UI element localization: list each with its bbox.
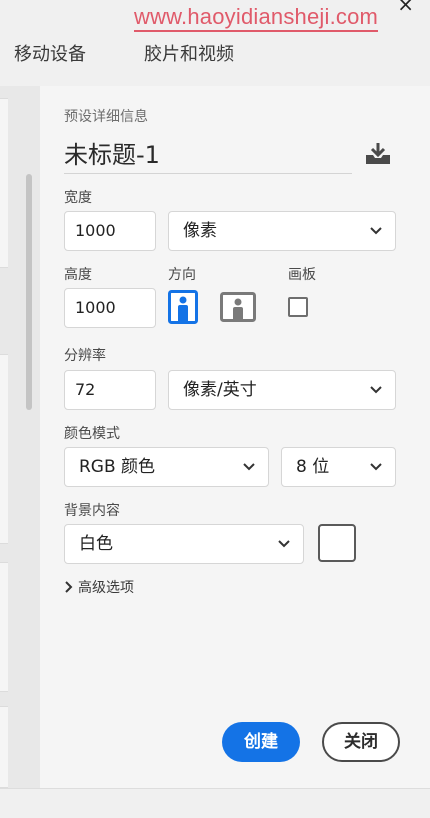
background-label: 背景内容 [64, 503, 120, 519]
preset-card[interactable] [0, 98, 8, 268]
tab-film-video[interactable]: 胶片和视频 [144, 40, 234, 66]
bottom-bar [0, 788, 430, 818]
advanced-options-label: 高级选项 [78, 580, 134, 596]
color-mode-label: 颜色模式 [64, 426, 120, 442]
bit-depth-value: 8 位 [296, 457, 330, 477]
close-icon[interactable]: × [397, 0, 414, 14]
chevron-right-icon [65, 581, 73, 593]
width-input[interactable]: 1000 [64, 211, 156, 251]
background-value: 白色 [79, 534, 113, 554]
width-label: 宽度 [64, 190, 92, 206]
preset-details-panel: 预设详细信息 未标题-1 宽度 1000 像素 高度 方向 画板 1000 分辨… [40, 86, 430, 788]
width-unit-select[interactable]: 像素 [168, 211, 396, 251]
orientation-label: 方向 [168, 267, 196, 283]
width-unit-value: 像素 [183, 221, 217, 241]
portrait-orientation-icon[interactable] [168, 290, 198, 324]
preset-card[interactable] [0, 562, 8, 692]
artboard-label: 画板 [288, 267, 316, 283]
chevron-down-icon [370, 386, 382, 394]
scrollbar[interactable] [26, 174, 32, 410]
resolution-label: 分辨率 [64, 348, 106, 364]
advanced-options-toggle[interactable]: 高级选项 [64, 576, 134, 600]
watermark: www.haoyidiansheji.com [134, 4, 379, 32]
preset-card[interactable] [0, 706, 8, 788]
height-label: 高度 [64, 267, 92, 283]
chevron-down-icon [370, 463, 382, 471]
tab-mobile[interactable]: 移动设备 [14, 40, 86, 66]
resolution-unit-value: 像素/英寸 [183, 380, 257, 400]
save-preset-icon[interactable] [363, 141, 393, 167]
resolution-input[interactable]: 72 [64, 370, 156, 410]
chevron-down-icon [243, 463, 255, 471]
create-button[interactable]: 创建 [222, 722, 300, 762]
background-select[interactable]: 白色 [64, 524, 304, 564]
bit-depth-select[interactable]: 8 位 [281, 447, 396, 487]
preset-details-label: 预设详细信息 [64, 109, 148, 125]
preset-card[interactable] [0, 354, 8, 544]
preset-list-area [0, 86, 40, 788]
color-mode-value: RGB 颜色 [79, 457, 156, 477]
preset-category-tabs: 移动设备 胶片和视频 [0, 34, 430, 74]
resolution-unit-select[interactable]: 像素/英寸 [168, 370, 396, 410]
close-button[interactable]: 关闭 [322, 722, 400, 762]
document-name-input[interactable]: 未标题-1 [64, 138, 352, 174]
color-mode-select[interactable]: RGB 颜色 [64, 447, 269, 487]
height-input[interactable]: 1000 [64, 288, 156, 328]
chevron-down-icon [278, 540, 290, 548]
chevron-down-icon [370, 227, 382, 235]
background-color-swatch[interactable] [318, 524, 356, 562]
landscape-orientation-icon[interactable] [220, 292, 256, 322]
artboard-checkbox[interactable] [288, 297, 308, 317]
